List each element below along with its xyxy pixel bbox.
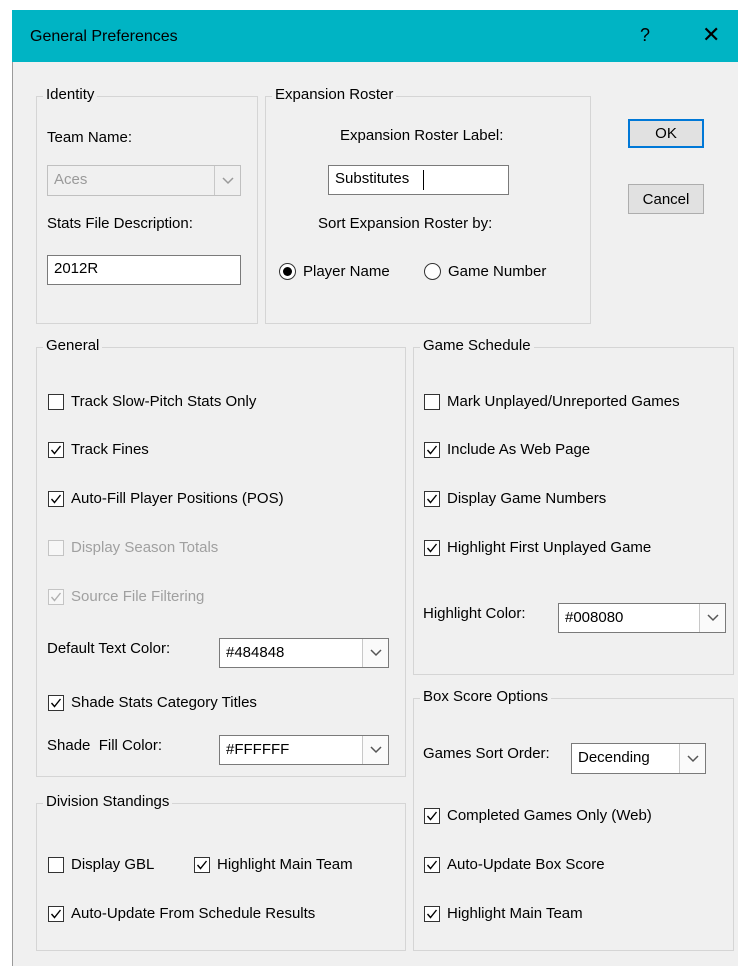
boxscore-highlight-main-label: Highlight Main Team	[447, 905, 583, 922]
expansion-label-caption: Expansion Roster Label:	[340, 127, 504, 144]
division-legend: Division Standings	[43, 793, 173, 810]
source-file-filtering-label: Source File Filtering	[71, 588, 205, 605]
sort-player-name-label: Player Name	[303, 263, 390, 280]
mark-unplayed-checkbox[interactable]: Mark Unplayed/Unreported Games	[424, 393, 680, 410]
division-highlight-main-checkbox[interactable]: Highlight Main Team	[194, 856, 353, 873]
sort-roster-caption: Sort Expansion Roster by:	[318, 215, 493, 232]
games-sort-order-combo[interactable]: Decending	[571, 743, 706, 774]
division-auto-update-label: Auto-Update From Schedule Results	[71, 905, 316, 922]
chevron-down-icon[interactable]	[362, 736, 388, 764]
default-text-color-label: Default Text Color:	[47, 640, 171, 657]
stats-desc-label: Stats File Description:	[47, 215, 193, 232]
chevron-down-icon[interactable]	[699, 604, 725, 632]
radio-selected-dot	[283, 267, 292, 276]
cancel-button[interactable]: Cancel	[628, 184, 704, 214]
completed-games-only-checkbox[interactable]: Completed Games Only (Web)	[424, 807, 652, 824]
boxscore-legend: Box Score Options	[420, 688, 552, 705]
team-name-combo[interactable]: Aces	[47, 165, 241, 196]
expansion-legend: Expansion Roster	[272, 86, 397, 103]
track-fines-checkbox[interactable]: Track Fines	[48, 441, 149, 458]
shade-titles-label: Shade Stats Category Titles	[71, 694, 257, 711]
default-text-color-value: #484848	[226, 644, 285, 661]
title-bar: General Preferences ? ✕	[12, 10, 738, 62]
boxscore-highlight-main-checkbox[interactable]: Highlight Main Team	[424, 905, 583, 922]
shade-fill-color-value: #FFFFFF	[226, 741, 290, 758]
include-web-page-label: Include As Web Page	[447, 441, 591, 458]
division-standings-group: Division Standings	[36, 793, 406, 951]
close-button[interactable]: ✕	[702, 22, 720, 48]
sort-game-number-label: Game Number	[448, 263, 547, 280]
general-legend: General	[43, 337, 103, 354]
stats-desc-field[interactable]: 2012R	[47, 255, 241, 285]
highlight-color-combo[interactable]: #008080	[558, 603, 726, 633]
text-caret	[423, 170, 424, 190]
ok-button[interactable]: OK	[628, 119, 704, 148]
highlight-first-unplayed-label: Highlight First Unplayed Game	[447, 539, 652, 556]
auto-fill-positions-checkbox[interactable]: Auto-Fill Player Positions (POS)	[48, 490, 284, 507]
source-file-filtering-checkbox[interactable]: Source File Filtering	[48, 588, 204, 605]
team-name-label: Team Name:	[47, 129, 133, 146]
highlight-first-unplayed-checkbox[interactable]: Highlight First Unplayed Game	[424, 539, 651, 556]
sort-player-name-radio[interactable]: Player Name	[279, 263, 390, 280]
shade-titles-checkbox[interactable]: Shade Stats Category Titles	[48, 694, 257, 711]
track-slow-pitch-label: Track Slow-Pitch Stats Only	[71, 393, 257, 410]
help-button[interactable]: ?	[640, 25, 650, 46]
display-game-numbers-checkbox[interactable]: Display Game Numbers	[424, 490, 606, 507]
games-sort-order-value: Decending	[578, 749, 650, 766]
team-name-value: Aces	[54, 171, 88, 188]
completed-games-only-label: Completed Games Only (Web)	[447, 807, 652, 824]
mark-unplayed-label: Mark Unplayed/Unreported Games	[447, 393, 680, 410]
window-title: General Preferences	[30, 28, 178, 45]
schedule-legend: Game Schedule	[420, 337, 534, 354]
shade-fill-color-combo[interactable]: #FFFFFF	[219, 735, 389, 765]
expansion-label-field[interactable]: Substitutes	[328, 165, 509, 195]
track-slow-pitch-checkbox[interactable]: Track Slow-Pitch Stats Only	[48, 393, 256, 410]
auto-fill-positions-label: Auto-Fill Player Positions (POS)	[71, 490, 284, 507]
display-season-totals-checkbox[interactable]: Display Season Totals	[48, 539, 218, 556]
identity-legend: Identity	[43, 86, 98, 103]
shade-fill-color-label: Shade Fill Color:	[47, 737, 163, 754]
track-fines-label: Track Fines	[71, 441, 149, 458]
highlight-color-value: #008080	[565, 609, 624, 626]
display-game-numbers-label: Display Game Numbers	[447, 490, 607, 507]
division-highlight-main-label: Highlight Main Team	[217, 856, 353, 873]
division-auto-update-checkbox[interactable]: Auto-Update From Schedule Results	[48, 905, 315, 922]
include-web-page-checkbox[interactable]: Include As Web Page	[424, 441, 590, 458]
chevron-down-icon[interactable]	[214, 166, 240, 195]
display-gbl-checkbox[interactable]: Display GBL	[48, 856, 154, 873]
auto-update-box-score-label: Auto-Update Box Score	[447, 856, 605, 873]
display-gbl-label: Display GBL	[71, 856, 155, 873]
highlight-color-label: Highlight Color:	[423, 605, 526, 622]
chevron-down-icon[interactable]	[679, 744, 705, 773]
display-season-totals-label: Display Season Totals	[71, 539, 219, 556]
default-text-color-combo[interactable]: #484848	[219, 638, 389, 668]
games-sort-order-label: Games Sort Order:	[423, 745, 550, 762]
chevron-down-icon[interactable]	[362, 639, 388, 667]
auto-update-box-score-checkbox[interactable]: Auto-Update Box Score	[424, 856, 605, 873]
general-group: General	[36, 337, 406, 777]
sort-game-number-radio[interactable]: Game Number	[424, 263, 546, 280]
